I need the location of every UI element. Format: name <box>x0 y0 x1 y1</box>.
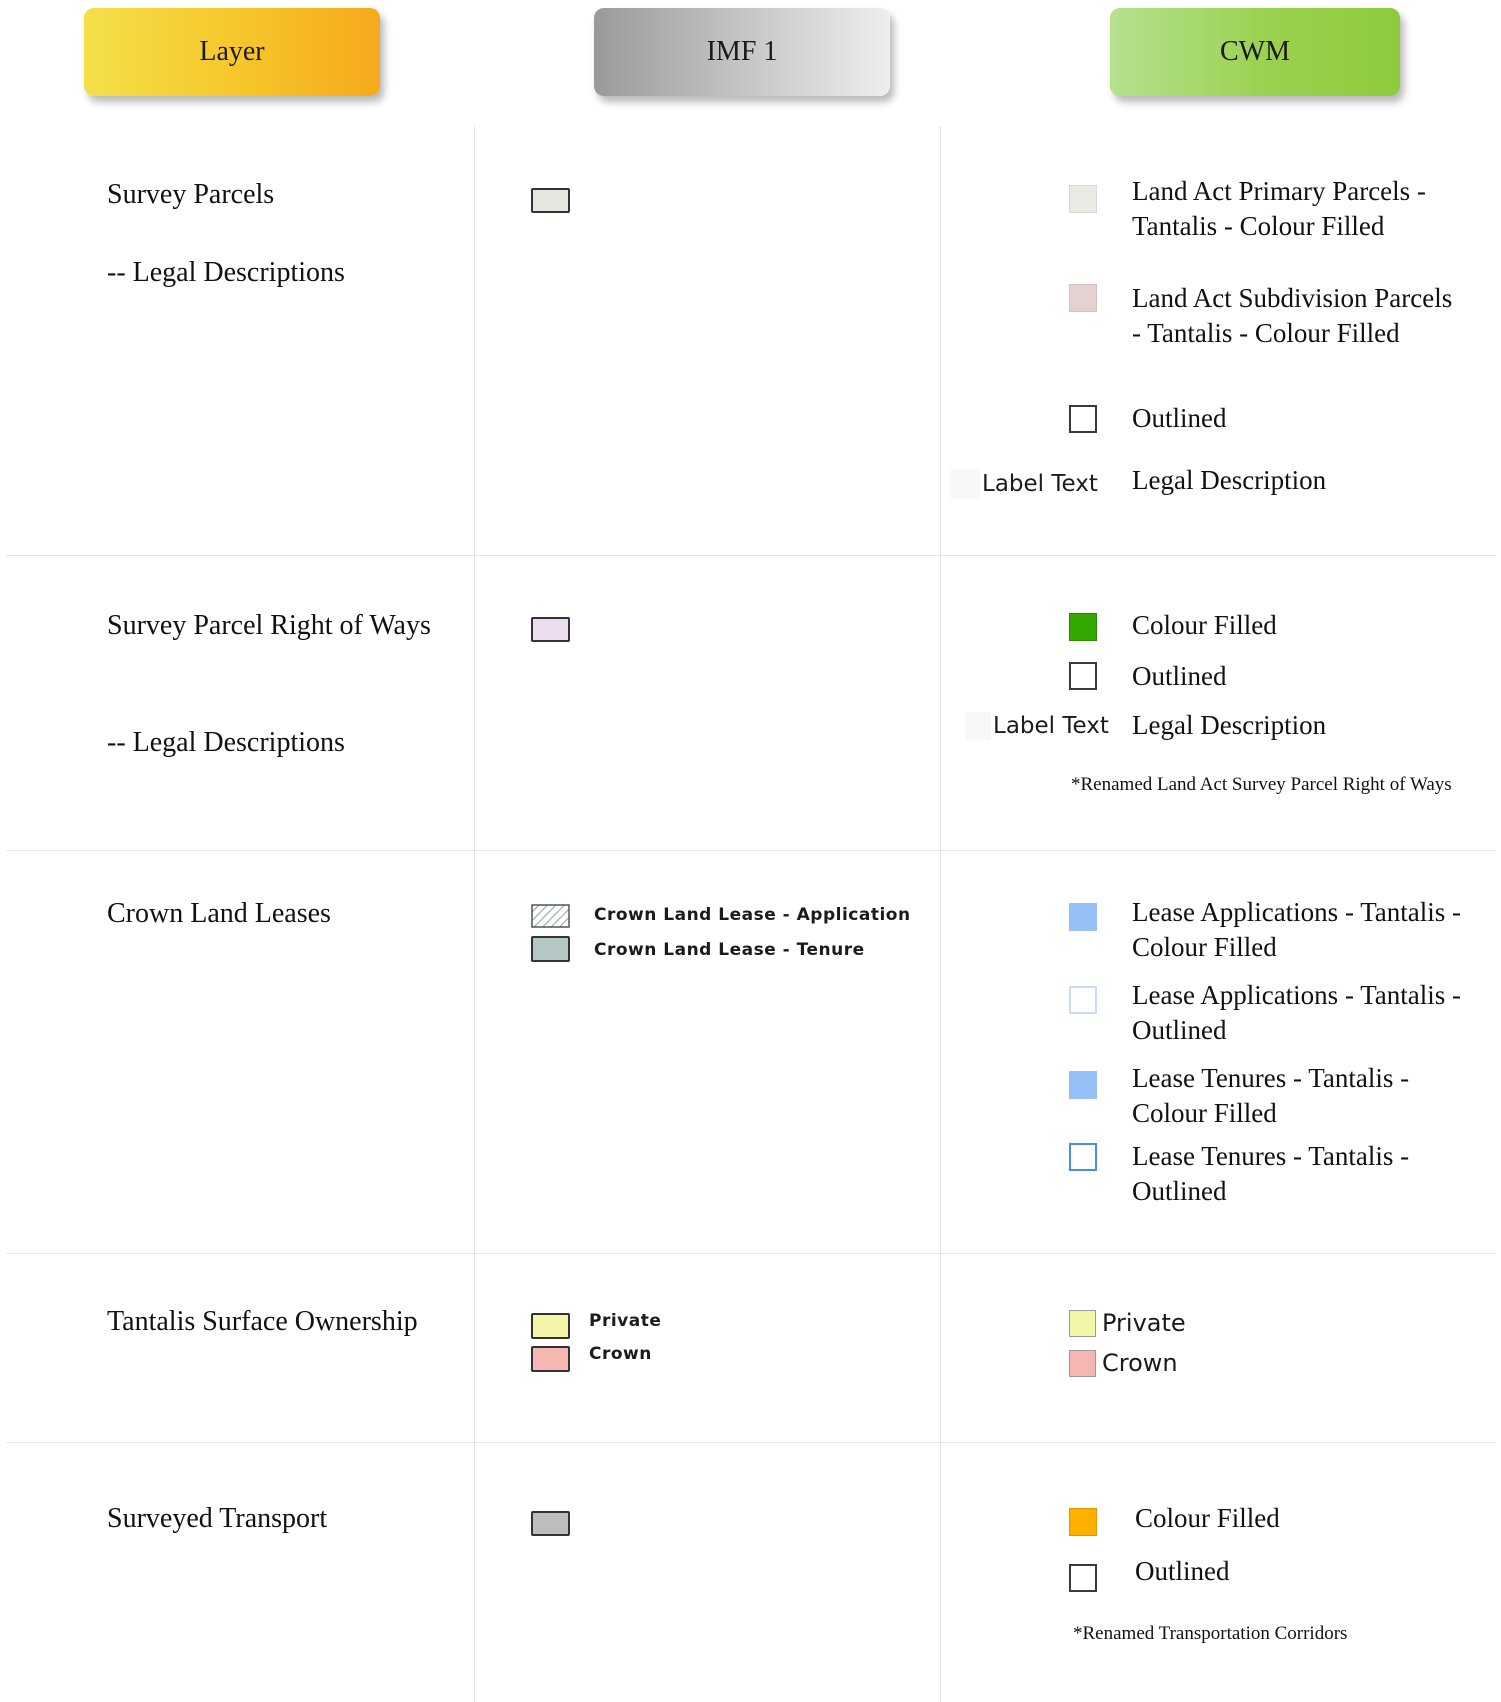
rename-note: *Renamed Land Act Survey Parcel Right of… <box>1071 774 1452 795</box>
cwm-subdivision-swatch <box>1069 284 1097 312</box>
cwm-transport-filled-swatch <box>1069 1508 1097 1536</box>
imf-parcel-swatch <box>531 188 570 213</box>
label-text-sample: Label Text <box>982 471 1098 497</box>
imf-lease-tenure-label: Crown Land Lease - Tenure <box>594 940 865 960</box>
cwm-private-swatch <box>1069 1310 1096 1337</box>
cwm-row-outlined-swatch <box>1069 662 1097 690</box>
cwm-outlined-swatch <box>1069 405 1097 433</box>
cwm-private-label: Private <box>1102 1309 1186 1337</box>
cwm-crown-label: Crown <box>1102 1349 1178 1377</box>
imf-crown-swatch <box>531 1346 570 1372</box>
cwm-transport-filled-label: Colour Filled <box>1135 1503 1280 1533</box>
column-divider <box>474 126 475 1702</box>
cwm-subdivision-label: Land Act Subdivision Parcels - Tantalis … <box>1132 283 1453 348</box>
row-divider <box>6 1442 1496 1443</box>
imf-lease-tenure-swatch <box>531 936 570 962</box>
header-imf: IMF 1 <box>594 8 890 96</box>
layer-name: Survey Parcel Right of Ways <box>107 610 431 641</box>
cwm-lease-ten-outlined-label: Lease Tenures - Tantalis - Outlined <box>1132 1141 1410 1206</box>
row-divider <box>6 850 1496 851</box>
cwm-transport-outlined-swatch <box>1069 1564 1097 1592</box>
label-sample-bg <box>950 470 980 498</box>
header-imf-label: IMF 1 <box>706 36 778 67</box>
imf-lease-application-label: Crown Land Lease - Application <box>594 905 911 925</box>
imf-crown-label: Crown <box>589 1344 652 1364</box>
cwm-lease-app-outlined-label: Lease Applications - Tantalis - Outlined <box>1132 980 1462 1045</box>
imf-row-swatch <box>531 617 570 642</box>
cwm-row-filled-swatch <box>1069 613 1097 641</box>
header-cwm-label: CWM <box>1220 36 1290 67</box>
header-layer-label: Layer <box>199 36 265 67</box>
cwm-lease-ten-filled-label: Lease Tenures - Tantalis - Colour Filled <box>1132 1063 1410 1128</box>
imf-transport-swatch <box>531 1511 570 1536</box>
label-text-sample: Label Text <box>993 713 1109 739</box>
header-layer: Layer <box>84 8 380 96</box>
imf-private-swatch <box>531 1313 570 1339</box>
row-divider <box>6 555 1496 556</box>
cwm-primary-label: Land Act Primary Parcels - Tantalis - Co… <box>1132 176 1426 241</box>
cwm-row-outlined-label: Outlined <box>1132 661 1227 691</box>
layer-name: Survey Parcels <box>107 179 275 210</box>
row-divider <box>6 1253 1496 1254</box>
label-sample-bg <box>965 712 991 740</box>
cwm-lease-app-filled-swatch <box>1069 903 1097 931</box>
layer-name: Crown Land Leases <box>107 898 331 929</box>
layer-sublayer: -- Legal Descriptions <box>107 727 345 758</box>
cwm-primary-swatch <box>1069 185 1097 213</box>
cwm-legal-label: Legal Description <box>1132 465 1327 495</box>
cwm-lease-ten-filled-swatch <box>1069 1071 1097 1099</box>
cwm-lease-app-outlined-swatch <box>1069 986 1097 1014</box>
cwm-lease-ten-outlined-swatch <box>1069 1143 1097 1171</box>
imf-private-label: Private <box>589 1311 662 1331</box>
cwm-row-filled-label: Colour Filled <box>1132 610 1277 640</box>
cwm-crown-swatch <box>1069 1350 1096 1377</box>
layer-sublayer: -- Legal Descriptions <box>107 257 345 288</box>
cwm-lease-app-filled-label: Lease Applications - Tantalis - Colour F… <box>1132 897 1462 962</box>
cwm-outlined-label: Outlined <box>1132 403 1227 433</box>
rename-note: *Renamed Transportation Corridors <box>1073 1623 1348 1644</box>
imf-lease-application-hatch-swatch <box>531 904 570 928</box>
cwm-row-legal-label: Legal Description <box>1132 710 1327 740</box>
cwm-transport-outlined-label: Outlined <box>1135 1556 1230 1586</box>
layer-name: Tantalis Surface Ownership <box>107 1306 418 1337</box>
column-divider <box>940 126 941 1702</box>
header-cwm: CWM <box>1110 8 1400 96</box>
layer-name: Surveyed Transport <box>107 1503 328 1534</box>
